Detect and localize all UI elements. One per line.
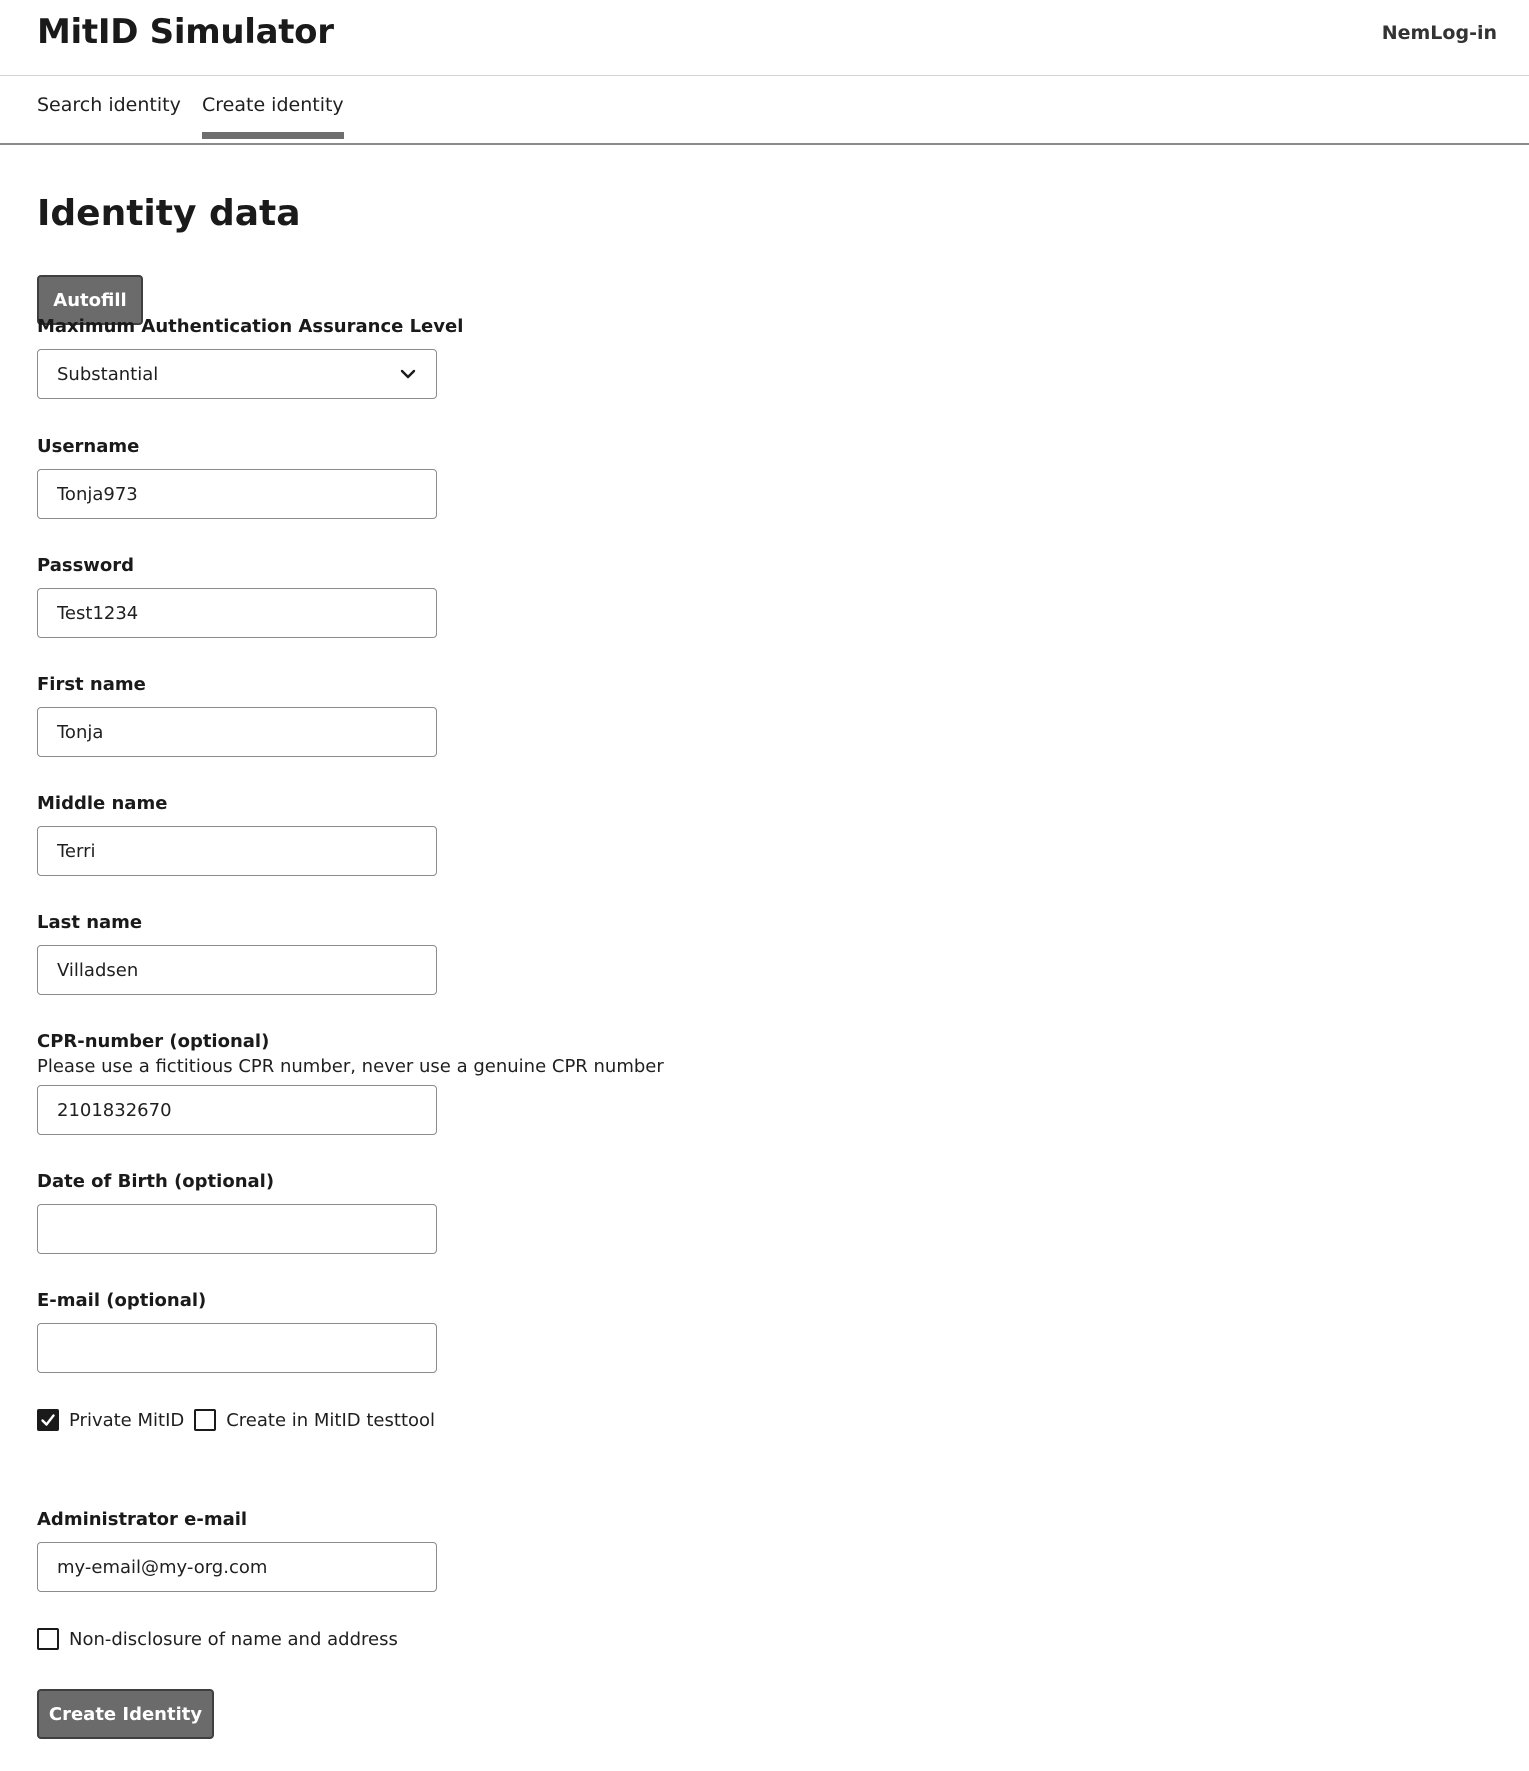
create-testtool-label: Create in MitID testtool xyxy=(226,1409,436,1431)
private-mitid-label: Private MitID xyxy=(69,1409,185,1431)
non-disclosure-label: Non-disclosure of name and address xyxy=(69,1628,398,1650)
private-mitid-checkbox[interactable] xyxy=(37,1409,59,1431)
tab-bar: Search identity Create identity xyxy=(0,76,1529,145)
non-disclosure-option: Non-disclosure of name and address xyxy=(37,1628,398,1650)
checkmark-icon xyxy=(41,1414,55,1426)
create-testtool-checkbox[interactable] xyxy=(194,1409,217,1431)
non-disclosure-checkbox[interactable] xyxy=(37,1628,59,1650)
password-input[interactable] xyxy=(37,588,437,638)
page-title: Identity data xyxy=(37,193,301,234)
nemlogin-link[interactable]: NemLog-in xyxy=(1382,22,1497,44)
assurance-level-label: Maximum Authentication Assurance Level xyxy=(37,316,464,337)
tab-search-identity[interactable]: Search identity xyxy=(37,94,181,139)
cpr-input[interactable] xyxy=(37,1085,437,1135)
email-label: E-mail (optional) xyxy=(37,1290,207,1311)
username-input[interactable] xyxy=(37,469,437,519)
assurance-level-value: Substantial xyxy=(57,363,159,385)
middle-name-label: Middle name xyxy=(37,793,168,814)
create-identity-button[interactable]: Create Identity xyxy=(37,1689,214,1739)
first-name-label: First name xyxy=(37,674,146,695)
cpr-label: CPR-number (optional) xyxy=(37,1031,270,1052)
middle-name-input[interactable] xyxy=(37,826,437,876)
dob-label: Date of Birth (optional) xyxy=(37,1171,275,1192)
last-name-input[interactable] xyxy=(37,945,437,995)
chevron-down-icon xyxy=(400,369,416,379)
admin-email-input[interactable] xyxy=(37,1542,437,1592)
cpr-hint: Please use a fictitious CPR number, neve… xyxy=(37,1056,664,1077)
admin-email-label: Administrator e-mail xyxy=(37,1509,248,1530)
password-label: Password xyxy=(37,555,135,576)
tab-create-identity[interactable]: Create identity xyxy=(202,94,344,139)
dob-input[interactable] xyxy=(37,1204,437,1254)
assurance-level-select[interactable]: Substantial xyxy=(37,349,437,399)
app-header: MitID Simulator NemLog-in xyxy=(0,0,1529,76)
email-input[interactable] xyxy=(37,1323,437,1373)
first-name-input[interactable] xyxy=(37,707,437,757)
app-title: MitID Simulator xyxy=(37,12,334,52)
last-name-label: Last name xyxy=(37,912,143,933)
username-label: Username xyxy=(37,436,140,457)
mitid-options: Private MitID Create in MitID testtool xyxy=(37,1409,435,1431)
